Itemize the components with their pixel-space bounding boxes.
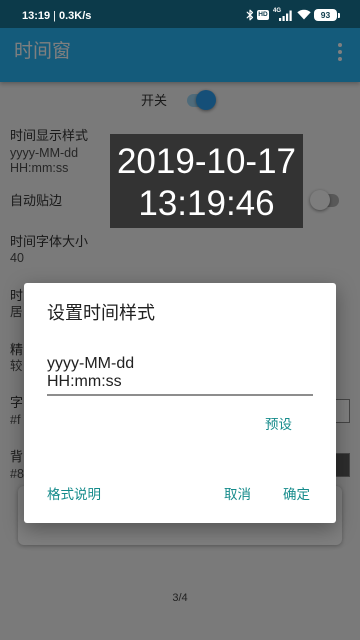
time-format-dialog: 设置时间样式 yyyy-MM-dd HH:mm:ss 预设 格式说明 取消 确定 (24, 283, 336, 523)
status-left-info: 13:19 | 0.3K/s (22, 9, 91, 23)
hd-icon: HD (257, 10, 269, 20)
wifi-icon (297, 9, 311, 20)
battery-nub (337, 12, 340, 18)
floating-clock-date: 2019-10-17 (116, 142, 297, 181)
battery-icon: 93 (314, 9, 340, 21)
status-time: 13:19 (22, 10, 51, 22)
status-net-speed: 0.3K/s (59, 10, 92, 22)
status-separator: | (53, 10, 56, 22)
input-underline (47, 394, 313, 396)
ok-button[interactable]: 确定 (283, 486, 310, 504)
dialog-title: 设置时间样式 (47, 303, 155, 323)
signal-icon: 4G (273, 8, 293, 21)
cancel-button[interactable]: 取消 (224, 486, 251, 504)
screen: 13:19|0.3K/s HD 4G 93 时间窗 (0, 0, 360, 640)
format-help-button[interactable]: 格式说明 (47, 486, 101, 504)
floating-clock-time: 13:19:46 (138, 184, 275, 223)
time-format-input[interactable]: yyyy-MM-dd HH:mm:ss (47, 355, 313, 393)
bluetooth-icon (246, 9, 254, 21)
battery-level: 93 (314, 9, 337, 21)
status-bar: 13:19 | 0.3K/s HD 4G 93 (0, 0, 360, 28)
floating-clock[interactable]: 2019-10-17 13:19:46 (110, 134, 303, 228)
preset-button[interactable]: 预设 (265, 416, 292, 434)
signal-bars (279, 10, 292, 21)
